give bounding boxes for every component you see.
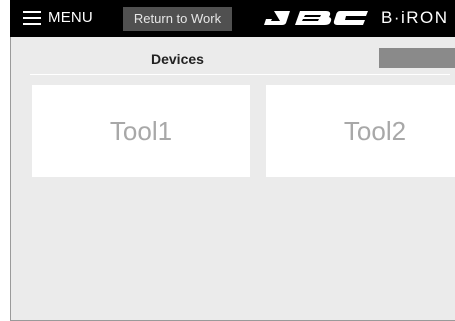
title-divider [30, 74, 450, 75]
app-window: MENU Return to Work B·iRON Devices Tool1… [10, 0, 455, 321]
device-card-tool1[interactable]: Tool1 [32, 85, 250, 177]
device-card-label: Tool2 [343, 115, 407, 146]
devices-panel: Devices Tool1 Tool2 [10, 37, 455, 321]
hamburger-menu-icon[interactable] [23, 11, 41, 25]
scrollbar-thumb[interactable] [379, 48, 455, 68]
device-card-label: Tool1 [109, 115, 173, 146]
jbc-logo [260, 9, 370, 32]
biron-logo: B·iRON [381, 8, 449, 27]
device-card-tool2[interactable]: Tool2 [266, 85, 455, 177]
return-to-work-button[interactable]: Return to Work [123, 7, 232, 31]
top-bar: MENU Return to Work B·iRON [10, 0, 455, 37]
page-title: Devices [151, 51, 204, 67]
menu-label[interactable]: MENU [48, 9, 93, 26]
